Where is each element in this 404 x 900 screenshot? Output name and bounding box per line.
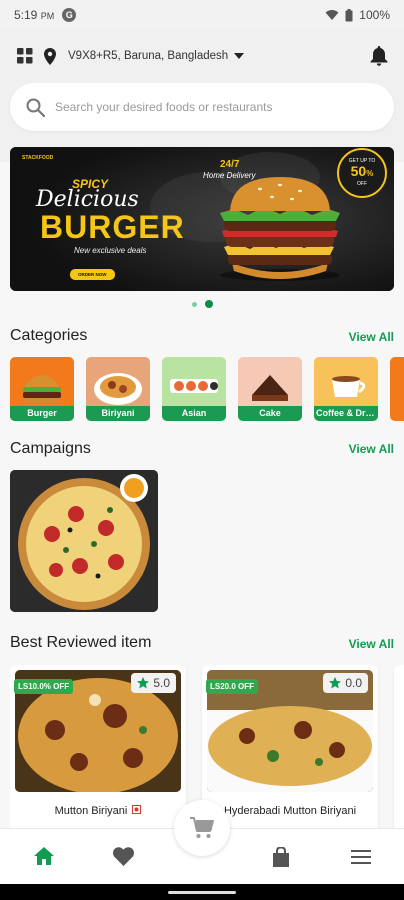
notification-app-icon: G bbox=[62, 8, 77, 22]
system-navigation-bar bbox=[0, 884, 404, 900]
star-icon bbox=[329, 677, 342, 689]
pagination-dot-active[interactable] bbox=[204, 300, 213, 308]
location-text[interactable]: V9X8+R5, Baruna, Bangladesh bbox=[68, 50, 228, 62]
category-label: Biriyani bbox=[86, 406, 150, 421]
grid-icon[interactable] bbox=[16, 47, 34, 65]
non-veg-icon bbox=[132, 805, 142, 814]
best-reviewed-view-all[interactable]: View All bbox=[349, 637, 394, 651]
badge-unit: % bbox=[366, 169, 374, 178]
heart-icon[interactable] bbox=[113, 847, 134, 866]
category-biriyani[interactable]: Biriyani bbox=[86, 357, 150, 421]
search-input[interactable]: Search your desired foods or restaurants bbox=[10, 83, 394, 131]
star-icon bbox=[137, 677, 150, 689]
home-icon[interactable] bbox=[34, 847, 54, 865]
status-right: 100% bbox=[325, 8, 390, 22]
rating-value: 5.0 bbox=[153, 676, 170, 690]
category-coffee-drinks[interactable]: Coffee & Drinks bbox=[314, 357, 378, 421]
dropdown-icon[interactable] bbox=[234, 53, 245, 59]
location-pin-icon bbox=[44, 47, 56, 65]
category-label: Cake bbox=[238, 406, 302, 421]
battery-percent: 100% bbox=[359, 8, 390, 22]
categories-title: Categories bbox=[10, 327, 88, 344]
home-indicator[interactable] bbox=[168, 891, 236, 894]
status-time: 5:19 PM bbox=[14, 8, 55, 22]
category-label: Burger bbox=[10, 406, 74, 421]
campaigns-view-all[interactable]: View All bbox=[349, 442, 394, 456]
rating-badge: 5.0 bbox=[131, 673, 176, 693]
categories-list: Burger Biriyani Asian Cake Coffee & Drin… bbox=[10, 357, 404, 421]
banner-badge: GET UP TO 50% OFF bbox=[338, 154, 386, 187]
campaign-card-pizza[interactable] bbox=[10, 470, 158, 612]
bag-icon[interactable] bbox=[272, 847, 290, 867]
item-card[interactable]: LS10.0% OFF 5.0 Mutton Biriyani bbox=[10, 665, 186, 835]
item-name-row: Hyderabadi Mutton Biriyani bbox=[202, 805, 378, 817]
banner-brand: STACKFOOD bbox=[22, 155, 54, 161]
category-burger[interactable]: Burger bbox=[10, 357, 74, 421]
banner-delivery-bottom: Home Delivery bbox=[203, 171, 256, 180]
category-label: Asian bbox=[162, 406, 226, 421]
banner-line3: BURGER bbox=[40, 209, 185, 245]
category-asian[interactable]: Asian bbox=[162, 357, 226, 421]
bell-icon[interactable] bbox=[370, 46, 388, 66]
item-card-partial[interactable] bbox=[394, 665, 404, 835]
search-icon bbox=[26, 98, 45, 117]
pizza-image bbox=[10, 470, 158, 612]
item-name: Mutton Biriyani bbox=[54, 805, 128, 817]
promo-banner[interactable]: STACKFOOD SPICY Delicious BURGER New exc… bbox=[10, 147, 394, 291]
header: V9X8+R5, Baruna, Bangladesh Search your … bbox=[0, 30, 404, 162]
cart-button[interactable] bbox=[174, 800, 230, 856]
discount-badge: LS20.0 OFF bbox=[206, 679, 259, 694]
item-name: Hyderabadi Mutton Biriyani bbox=[223, 805, 357, 817]
campaigns-title: Campaigns bbox=[10, 440, 91, 457]
search-placeholder: Search your desired foods or restaurants bbox=[55, 100, 273, 114]
banner-pagination bbox=[0, 300, 404, 308]
item-name-row: Mutton Biriyani bbox=[10, 805, 186, 817]
discount-badge: LS10.0% OFF bbox=[14, 679, 74, 694]
item-card[interactable]: LS20.0 OFF 0.0 Hyderabadi Mutton Biriyan… bbox=[202, 665, 378, 835]
badge-value-row: 50% bbox=[338, 164, 386, 181]
categories-view-all[interactable]: View All bbox=[349, 330, 394, 344]
category-partial[interactable] bbox=[390, 357, 404, 421]
cart-icon bbox=[190, 817, 214, 838]
best-reviewed-title: Best Reviewed item bbox=[10, 634, 152, 651]
battery-icon bbox=[345, 8, 353, 21]
banner-tagline: New exclusive deals bbox=[74, 246, 147, 255]
status-bar: 5:19 PM G 100% bbox=[0, 0, 404, 30]
banner-cta[interactable]: ORDER NOW bbox=[70, 269, 115, 280]
menu-icon[interactable] bbox=[351, 850, 371, 864]
wifi-icon bbox=[325, 10, 339, 20]
category-cake[interactable]: Cake bbox=[238, 357, 302, 421]
pagination-dot[interactable] bbox=[191, 302, 197, 307]
rating-badge: 0.0 bbox=[323, 673, 368, 693]
rating-value: 0.0 bbox=[345, 676, 362, 690]
location-row: V9X8+R5, Baruna, Bangladesh bbox=[16, 44, 388, 68]
badge-bottom: OFF bbox=[357, 181, 367, 187]
badge-value: 50 bbox=[350, 163, 367, 179]
category-label: Coffee & Drinks bbox=[314, 406, 378, 421]
banner-delivery-top: 24/7 bbox=[220, 159, 240, 170]
